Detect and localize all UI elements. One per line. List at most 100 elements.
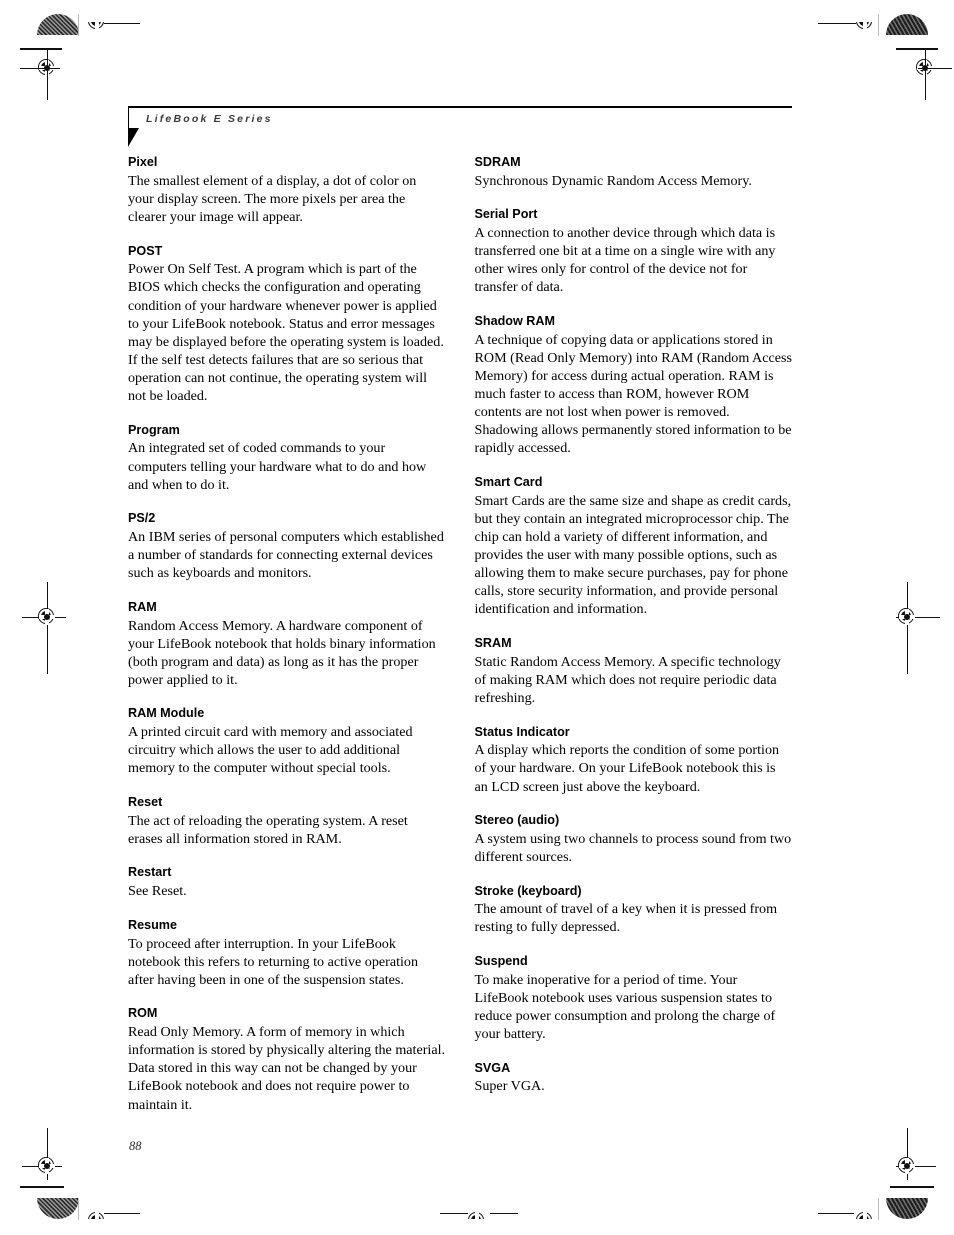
glossary-entry: RAM Random Access Memory. A hardware comp… bbox=[128, 600, 446, 689]
glossary-entry: SVGA Super VGA. bbox=[475, 1061, 793, 1096]
trim-tick-bottom-center-right bbox=[490, 1212, 518, 1214]
glossary-term: Program bbox=[128, 422, 180, 437]
glossary-term: SVGA bbox=[474, 1060, 511, 1075]
crop-rule-bottom-left bbox=[20, 1186, 64, 1188]
halftone-swatch-bottom-right bbox=[886, 1198, 928, 1219]
glossary-definition: See Reset. bbox=[128, 883, 187, 900]
registration-half-target-top-right bbox=[852, 22, 878, 35]
glossary-term: RAM bbox=[128, 599, 157, 614]
glossary-definition: A display which reports the condition of… bbox=[474, 742, 780, 795]
glossary-term: Suspend bbox=[474, 954, 528, 969]
registration-target-top-right bbox=[912, 55, 938, 81]
halftone-swatch-top-right bbox=[886, 14, 928, 35]
glossary-term: Resume bbox=[128, 917, 177, 932]
glossary-definition: A connection to another device through w… bbox=[474, 225, 776, 296]
glossary-term: Restart bbox=[128, 865, 172, 880]
glossary-entry: POST Power On Self Test. A program which … bbox=[128, 244, 446, 406]
glossary-term: PS/2 bbox=[128, 511, 156, 526]
trim-tick-bottom-left bbox=[104, 1212, 140, 1214]
crop-tick-horizontal-bottom-left bbox=[22, 1165, 62, 1167]
trim-tick-bottom-right bbox=[818, 1212, 854, 1214]
crop-rule-top-right bbox=[896, 48, 938, 50]
mark-separator-top-left bbox=[78, 14, 80, 36]
registration-target-mid-left bbox=[34, 604, 60, 630]
glossary-term: Serial Port bbox=[474, 207, 538, 222]
glossary-definition: The act of reloading the operating syste… bbox=[128, 812, 408, 847]
glossary-definition: The amount of travel of a key when it is… bbox=[474, 901, 778, 936]
header-flag-triangle-icon bbox=[128, 128, 139, 147]
glossary-term: POST bbox=[128, 243, 163, 258]
crop-tick-vertical-bottom-right bbox=[906, 1128, 908, 1180]
glossary-definition: To make inoperative for a period of time… bbox=[474, 971, 776, 1043]
glossary-entry: Smart Card Smart Cards are the same size … bbox=[475, 475, 793, 619]
glossary-term: Smart Card bbox=[474, 475, 543, 490]
registration-half-target-bottom-center bbox=[464, 1206, 490, 1219]
crop-tick-vertical-bottom-left bbox=[46, 1128, 48, 1180]
glossary-definition: A printed circuit card with memory and a… bbox=[128, 724, 413, 777]
glossary-entry: SRAM Static Random Access Memory. A speci… bbox=[475, 636, 793, 707]
crop-tick-vertical-top-left bbox=[46, 48, 48, 100]
mark-separator-bottom-left bbox=[78, 1198, 80, 1220]
glossary-entry: RAM Module A printed circuit card with me… bbox=[128, 706, 446, 777]
header-rule bbox=[128, 106, 792, 108]
glossary-definition: A technique of copying data or applicati… bbox=[474, 331, 792, 457]
glossary-term: ROM bbox=[128, 1006, 158, 1021]
glossary-entry: Stroke (keyboard) The amount of travel of… bbox=[475, 884, 793, 937]
registration-target-top-left bbox=[34, 55, 60, 81]
glossary-entry: Suspend To make inoperative for a period … bbox=[475, 954, 793, 1043]
crop-rule-top-left bbox=[20, 48, 62, 50]
center-tick-vertical-right bbox=[906, 582, 908, 674]
glossary-term: SRAM bbox=[474, 636, 512, 651]
running-header-title: LifeBook E Series bbox=[146, 113, 273, 125]
center-tick-vertical-left bbox=[46, 582, 48, 674]
document-page: LifeBook E Series Pixel The smallest elem… bbox=[0, 0, 954, 1235]
center-tick-horizontal-left bbox=[22, 616, 66, 618]
glossary-definition: The smallest element of a display, a dot… bbox=[128, 172, 417, 225]
glossary-definition: Synchronous Dynamic Random Access Memory… bbox=[474, 172, 752, 189]
glossary-entry: Status Indicator A display which reports … bbox=[475, 725, 793, 796]
glossary-entry: Resume To proceed after interruption. In … bbox=[128, 918, 446, 989]
halftone-swatch-top-left bbox=[37, 14, 79, 35]
glossary-entry: Pixel The smallest element of a display, … bbox=[128, 155, 446, 226]
glossary-entry: Serial Port A connection to another devic… bbox=[475, 207, 793, 296]
mark-separator-bottom-right bbox=[878, 1198, 880, 1220]
glossary-definition: Random Access Memory. A hardware compone… bbox=[128, 617, 436, 688]
glossary-entry: Program An integrated set of coded comman… bbox=[128, 423, 446, 494]
glossary-column-right: SDRAM Synchronous Dynamic Random Access M… bbox=[475, 155, 793, 1114]
glossary-definition: Super VGA. bbox=[474, 1078, 545, 1095]
glossary-definition: Smart Cards are the same size and shape … bbox=[474, 492, 792, 618]
glossary-definition: A system using two channels to process s… bbox=[474, 830, 792, 865]
glossary-entry: Reset The act of reloading the operating … bbox=[128, 795, 446, 848]
glossary-term: Stereo (audio) bbox=[474, 813, 560, 828]
registration-half-target-bottom-right bbox=[852, 1206, 878, 1219]
crop-tick-horizontal-top-left bbox=[20, 67, 60, 69]
glossary-entry: SDRAM Synchronous Dynamic Random Access M… bbox=[475, 155, 793, 190]
glossary-definition: Power On Self Test. A program which is p… bbox=[128, 261, 444, 405]
glossary-entry: Shadow RAM A technique of copying data or… bbox=[475, 314, 793, 458]
glossary-term: RAM Module bbox=[128, 706, 205, 721]
page-number: 88 bbox=[129, 1139, 142, 1153]
glossary-term: Stroke (keyboard) bbox=[474, 883, 582, 898]
glossary-definition: To proceed after interruption. In your L… bbox=[128, 935, 419, 988]
halftone-swatch-bottom-left bbox=[37, 1198, 79, 1219]
glossary-entry: Stereo (audio) A system using two channel… bbox=[475, 813, 793, 866]
center-tick-horizontal-right bbox=[896, 616, 940, 618]
glossary-term: Status Indicator bbox=[474, 724, 570, 739]
glossary-definition: Read Only Memory. A form of memory in wh… bbox=[128, 1024, 446, 1113]
header-left-edge bbox=[128, 106, 130, 130]
glossary-entry: PS/2 An IBM series of personal computers … bbox=[128, 511, 446, 582]
glossary-term: Reset bbox=[128, 795, 163, 810]
trim-tick-top-left bbox=[104, 22, 140, 24]
trim-tick-bottom-center-left bbox=[440, 1212, 468, 1214]
glossary-columns: Pixel The smallest element of a display, … bbox=[128, 155, 792, 1114]
crop-rule-bottom-right bbox=[890, 1186, 934, 1188]
crop-tick-horizontal-top-right bbox=[918, 67, 952, 69]
glossary-term: Pixel bbox=[128, 155, 158, 169]
glossary-definition: An IBM series of personal computers whic… bbox=[128, 528, 444, 582]
registration-half-target-bottom-left bbox=[84, 1206, 110, 1219]
registration-target-bottom-left bbox=[34, 1153, 60, 1179]
registration-target-bottom-right bbox=[894, 1153, 920, 1179]
glossary-column-left: Pixel The smallest element of a display, … bbox=[128, 155, 446, 1114]
glossary-definition: Static Random Access Memory. A specific … bbox=[474, 653, 781, 706]
glossary-term: Shadow RAM bbox=[474, 314, 555, 329]
